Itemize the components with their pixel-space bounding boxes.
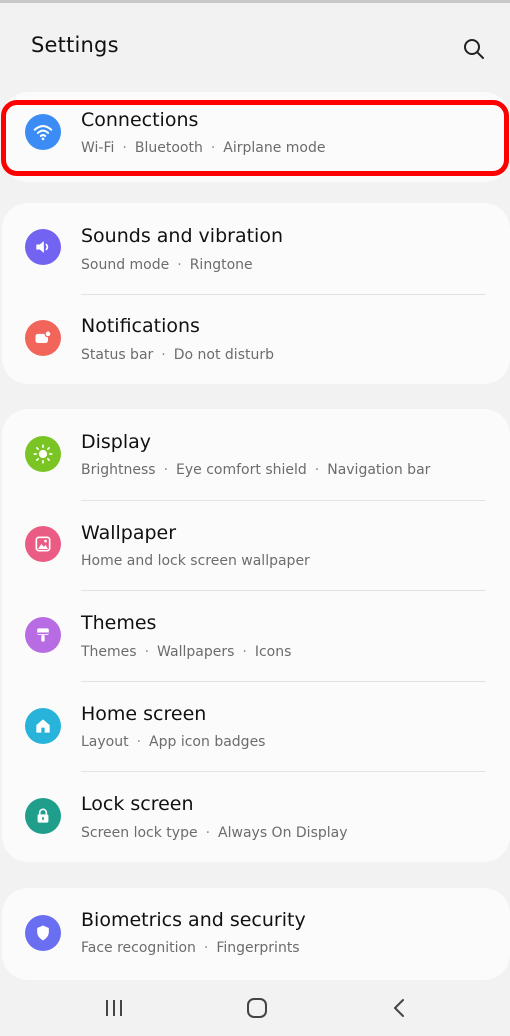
setting-label: Home screen (81, 703, 207, 725)
setting-row-lock-screen[interactable]: Lock screen Screen lock type · Always On D… (2, 771, 510, 861)
setting-label: Notifications (81, 315, 200, 337)
back-icon (394, 999, 404, 1017)
home-icon (25, 708, 61, 744)
search-button[interactable] (458, 33, 490, 65)
setting-summary: Status bar · Do not disturb (81, 347, 274, 363)
sun-icon (25, 436, 61, 472)
setting-row-themes[interactable]: Themes Themes · Wallpapers · Icons (2, 590, 510, 680)
recents-icon (106, 1000, 122, 1016)
setting-row-home-screen[interactable]: Home screen Layout · App icon badges (2, 681, 510, 771)
home-button-icon (247, 998, 267, 1018)
navigation-bar (0, 980, 510, 1036)
setting-row-wallpaper[interactable]: Wallpaper Home and lock screen wallpaper (2, 500, 510, 590)
setting-label: Lock screen (81, 793, 194, 815)
setting-summary: Screen lock type · Always On Display (81, 825, 348, 841)
recents-button[interactable] (92, 990, 136, 1026)
security-card: Biometrics and security Face recognition… (2, 888, 510, 980)
setting-label: Connections (81, 109, 199, 131)
setting-label: Themes (81, 612, 157, 634)
setting-row-biometrics-and-security[interactable]: Biometrics and security Face recognition… (2, 888, 510, 978)
speaker-icon (25, 229, 61, 265)
image-icon (25, 526, 61, 562)
setting-summary: Sound mode · Ringtone (81, 257, 253, 273)
setting-summary: Themes · Wallpapers · Icons (81, 644, 292, 660)
brush-icon (25, 617, 61, 653)
setting-summary: Home and lock screen wallpaper (81, 553, 310, 569)
page-title: Settings (31, 33, 119, 57)
header: Settings (0, 3, 510, 88)
setting-row-sounds-and-vibration[interactable]: Sounds and vibration Sound mode · Ringtone (2, 203, 510, 293)
setting-row-connections[interactable]: Connections Wi-Fi · Bluetooth · Airplane mod… (2, 92, 510, 182)
back-button[interactable] (378, 990, 422, 1026)
setting-label: Sounds and vibration (81, 225, 283, 247)
display-card: Display Brightness · Eye comfort shield · Na… (2, 409, 510, 862)
shield-icon (25, 915, 61, 951)
setting-row-notifications[interactable]: Notifications Status bar · Do not disturb (2, 294, 510, 384)
notification-icon (25, 320, 61, 356)
connections-card: Connections Wi-Fi · Bluetooth · Airplane mod… (2, 92, 510, 182)
lock-icon (25, 798, 61, 834)
setting-summary: Face recognition · Fingerprints (81, 940, 300, 956)
search-icon (464, 39, 484, 59)
wifi-icon (25, 114, 61, 150)
setting-summary: Wi-Fi · Bluetooth · Airplane mode (81, 140, 326, 156)
home-button[interactable] (235, 990, 279, 1026)
setting-summary: Brightness · Eye comfort shield · Navigation… (81, 462, 431, 478)
setting-row-display[interactable]: Display Brightness · Eye comfort shield · Na… (2, 409, 510, 499)
setting-summary: Layout · App icon badges (81, 734, 266, 750)
setting-label: Wallpaper (81, 522, 177, 544)
setting-label: Biometrics and security (81, 909, 306, 931)
sound-notification-card: Sounds and vibration Sound mode · Ringtone… (2, 203, 510, 384)
setting-label: Display (81, 431, 152, 453)
